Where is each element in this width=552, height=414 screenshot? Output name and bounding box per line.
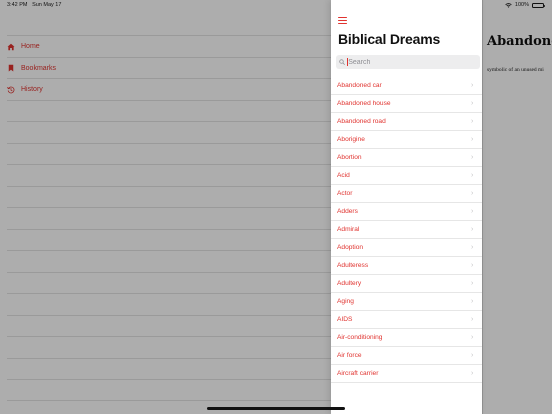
list-item-label: Admiral: [337, 226, 360, 233]
list-item[interactable]: Acid ›: [331, 167, 482, 185]
search-icon: [339, 59, 345, 65]
list-item-label: Abandoned house: [337, 100, 391, 107]
list-item[interactable]: Abortion ›: [331, 149, 482, 167]
battery-icon: [532, 2, 545, 8]
chevron-right-icon: ›: [471, 370, 474, 377]
chevron-right-icon: ›: [471, 244, 474, 251]
chevron-right-icon: ›: [471, 316, 474, 323]
list-item[interactable]: Air force ›: [331, 347, 482, 365]
chevron-right-icon: ›: [471, 172, 474, 179]
list-item[interactable]: Aircraft carrier ›: [331, 365, 482, 383]
sidebar-title: Biblical Dreams: [338, 31, 441, 47]
list-item[interactable]: Admiral ›: [331, 221, 482, 239]
search-bar[interactable]: [336, 55, 480, 69]
dream-sidebar: Biblical Dreams Abandoned car › Abandoned…: [331, 0, 482, 414]
chevron-right-icon: ›: [471, 136, 474, 143]
status-date-text: Sun May 17: [32, 2, 62, 8]
list-item-label: Aircraft carrier: [337, 370, 379, 377]
list-item-label: Adulteress: [337, 262, 369, 269]
list-item-label: Adoption: [337, 244, 364, 251]
list-item-label: Abandoned car: [337, 82, 382, 89]
home-indicator[interactable]: [207, 407, 345, 410]
status-bar: 3:42 PM Sun May 17 100%: [0, 0, 552, 11]
list-item-label: Aging: [337, 298, 354, 305]
list-item[interactable]: Abandoned car ›: [331, 77, 482, 95]
dream-list: Abandoned car › Abandoned house › Abandone…: [331, 77, 482, 383]
chevron-right-icon: ›: [471, 208, 474, 215]
list-item[interactable]: Actor ›: [331, 185, 482, 203]
chevron-right-icon: ›: [471, 190, 474, 197]
chevron-right-icon: ›: [471, 100, 474, 107]
menu-button[interactable]: [338, 16, 347, 24]
chevron-right-icon: ›: [471, 334, 474, 341]
chevron-right-icon: ›: [471, 262, 474, 269]
list-item-label: Aborigine: [337, 136, 365, 143]
list-item[interactable]: Aborigine ›: [331, 131, 482, 149]
chevron-right-icon: ›: [471, 352, 474, 359]
chevron-right-icon: ›: [471, 298, 474, 305]
battery-percent: 100%: [514, 2, 529, 8]
list-item[interactable]: Abandoned house ›: [331, 95, 482, 113]
status-indicators: 100%: [505, 2, 545, 8]
list-item[interactable]: Aging ›: [331, 293, 482, 311]
list-item-label: Actor: [337, 190, 353, 197]
list-item-label: Adultery: [337, 280, 362, 287]
list-item-label: Air-conditioning: [337, 334, 383, 341]
list-item[interactable]: Abandoned road ›: [331, 113, 482, 131]
list-item[interactable]: Adders ›: [331, 203, 482, 221]
menu-line: [338, 22, 347, 24]
chevron-right-icon: ›: [471, 154, 474, 161]
search-input[interactable]: [348, 56, 479, 68]
list-item[interactable]: Air-conditioning ›: [331, 329, 482, 347]
list-item[interactable]: Adulteress ›: [331, 257, 482, 275]
chevron-right-icon: ›: [471, 226, 474, 233]
chevron-right-icon: ›: [471, 82, 474, 89]
list-item-label: Adders: [337, 208, 358, 215]
list-item[interactable]: Adoption ›: [331, 239, 482, 257]
menu-line: [338, 19, 347, 21]
list-item-label: Acid: [337, 172, 350, 179]
list-item-label: Abortion: [337, 154, 362, 161]
list-item-label: Abandoned road: [337, 118, 386, 125]
list-item-label: Air force: [337, 352, 362, 359]
list-item-label: AIDS: [337, 316, 353, 323]
chevron-right-icon: ›: [471, 280, 474, 287]
chevron-right-icon: ›: [471, 118, 474, 125]
wifi-icon: [505, 2, 512, 8]
list-item[interactable]: Adultery ›: [331, 275, 482, 293]
list-item[interactable]: AIDS ›: [331, 311, 482, 329]
menu-line: [338, 16, 347, 18]
status-time-text: 3:42 PM: [7, 2, 28, 8]
status-time: 3:42 PM Sun May 17: [7, 2, 61, 8]
